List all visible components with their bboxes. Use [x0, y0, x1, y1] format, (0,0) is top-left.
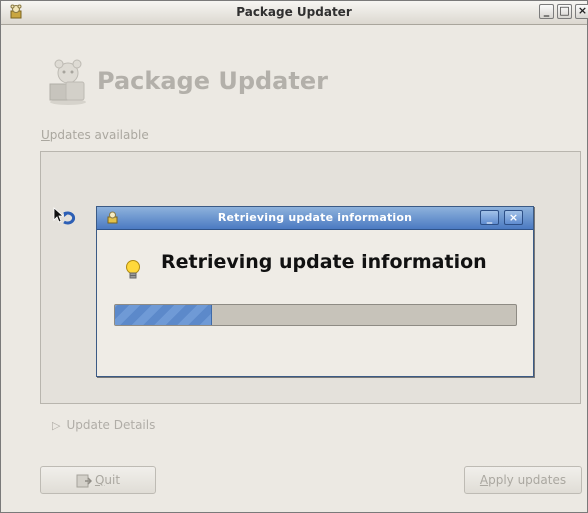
update-details-label: Update Details — [66, 418, 156, 432]
package-updater-icon — [49, 59, 86, 105]
apply-label: pply updates — [488, 473, 567, 487]
progress-bar — [114, 304, 517, 326]
update-details-expander[interactable]: ▷ Update Details — [52, 418, 155, 432]
quit-mnemonic: Q — [94, 473, 105, 487]
updates-available-label: Updates available — [41, 128, 149, 142]
dialog-titlebar[interactable]: Retrieving update information _ × — [97, 207, 533, 230]
lightbulb-icon — [126, 260, 140, 279]
apply-updates-button[interactable]: Apply updates — [464, 466, 582, 494]
window-title: Package Updater — [236, 5, 352, 19]
dialog-close-button[interactable]: × — [504, 210, 523, 225]
apply-mnemonic: A — [479, 473, 489, 487]
page-title: Package Updater — [97, 67, 328, 95]
quit-label: uit — [104, 473, 121, 487]
close-button[interactable]: × — [575, 4, 588, 19]
dialog-heading: Retrieving update information — [161, 251, 487, 273]
expander-arrow-icon: ▷ — [52, 419, 61, 432]
quit-icon — [76, 474, 92, 487]
window-titlebar[interactable]: Package Updater _ □ × — [1, 1, 588, 25]
maximize-button[interactable]: □ — [557, 4, 572, 19]
dialog-title: Retrieving update information — [217, 211, 413, 224]
updates-label-mnemonic: U — [41, 128, 50, 142]
minimize-button[interactable]: _ — [539, 4, 554, 19]
quit-button[interactable]: Quit — [40, 466, 156, 494]
progress-bar-fill — [115, 305, 213, 325]
dialog-minimize-button[interactable]: _ — [480, 210, 499, 225]
retrieving-dialog: Retrieving update information _ × Retrie… — [96, 206, 534, 377]
updates-label-text: pdates available — [49, 128, 149, 142]
busy-cursor-icon — [53, 207, 76, 225]
